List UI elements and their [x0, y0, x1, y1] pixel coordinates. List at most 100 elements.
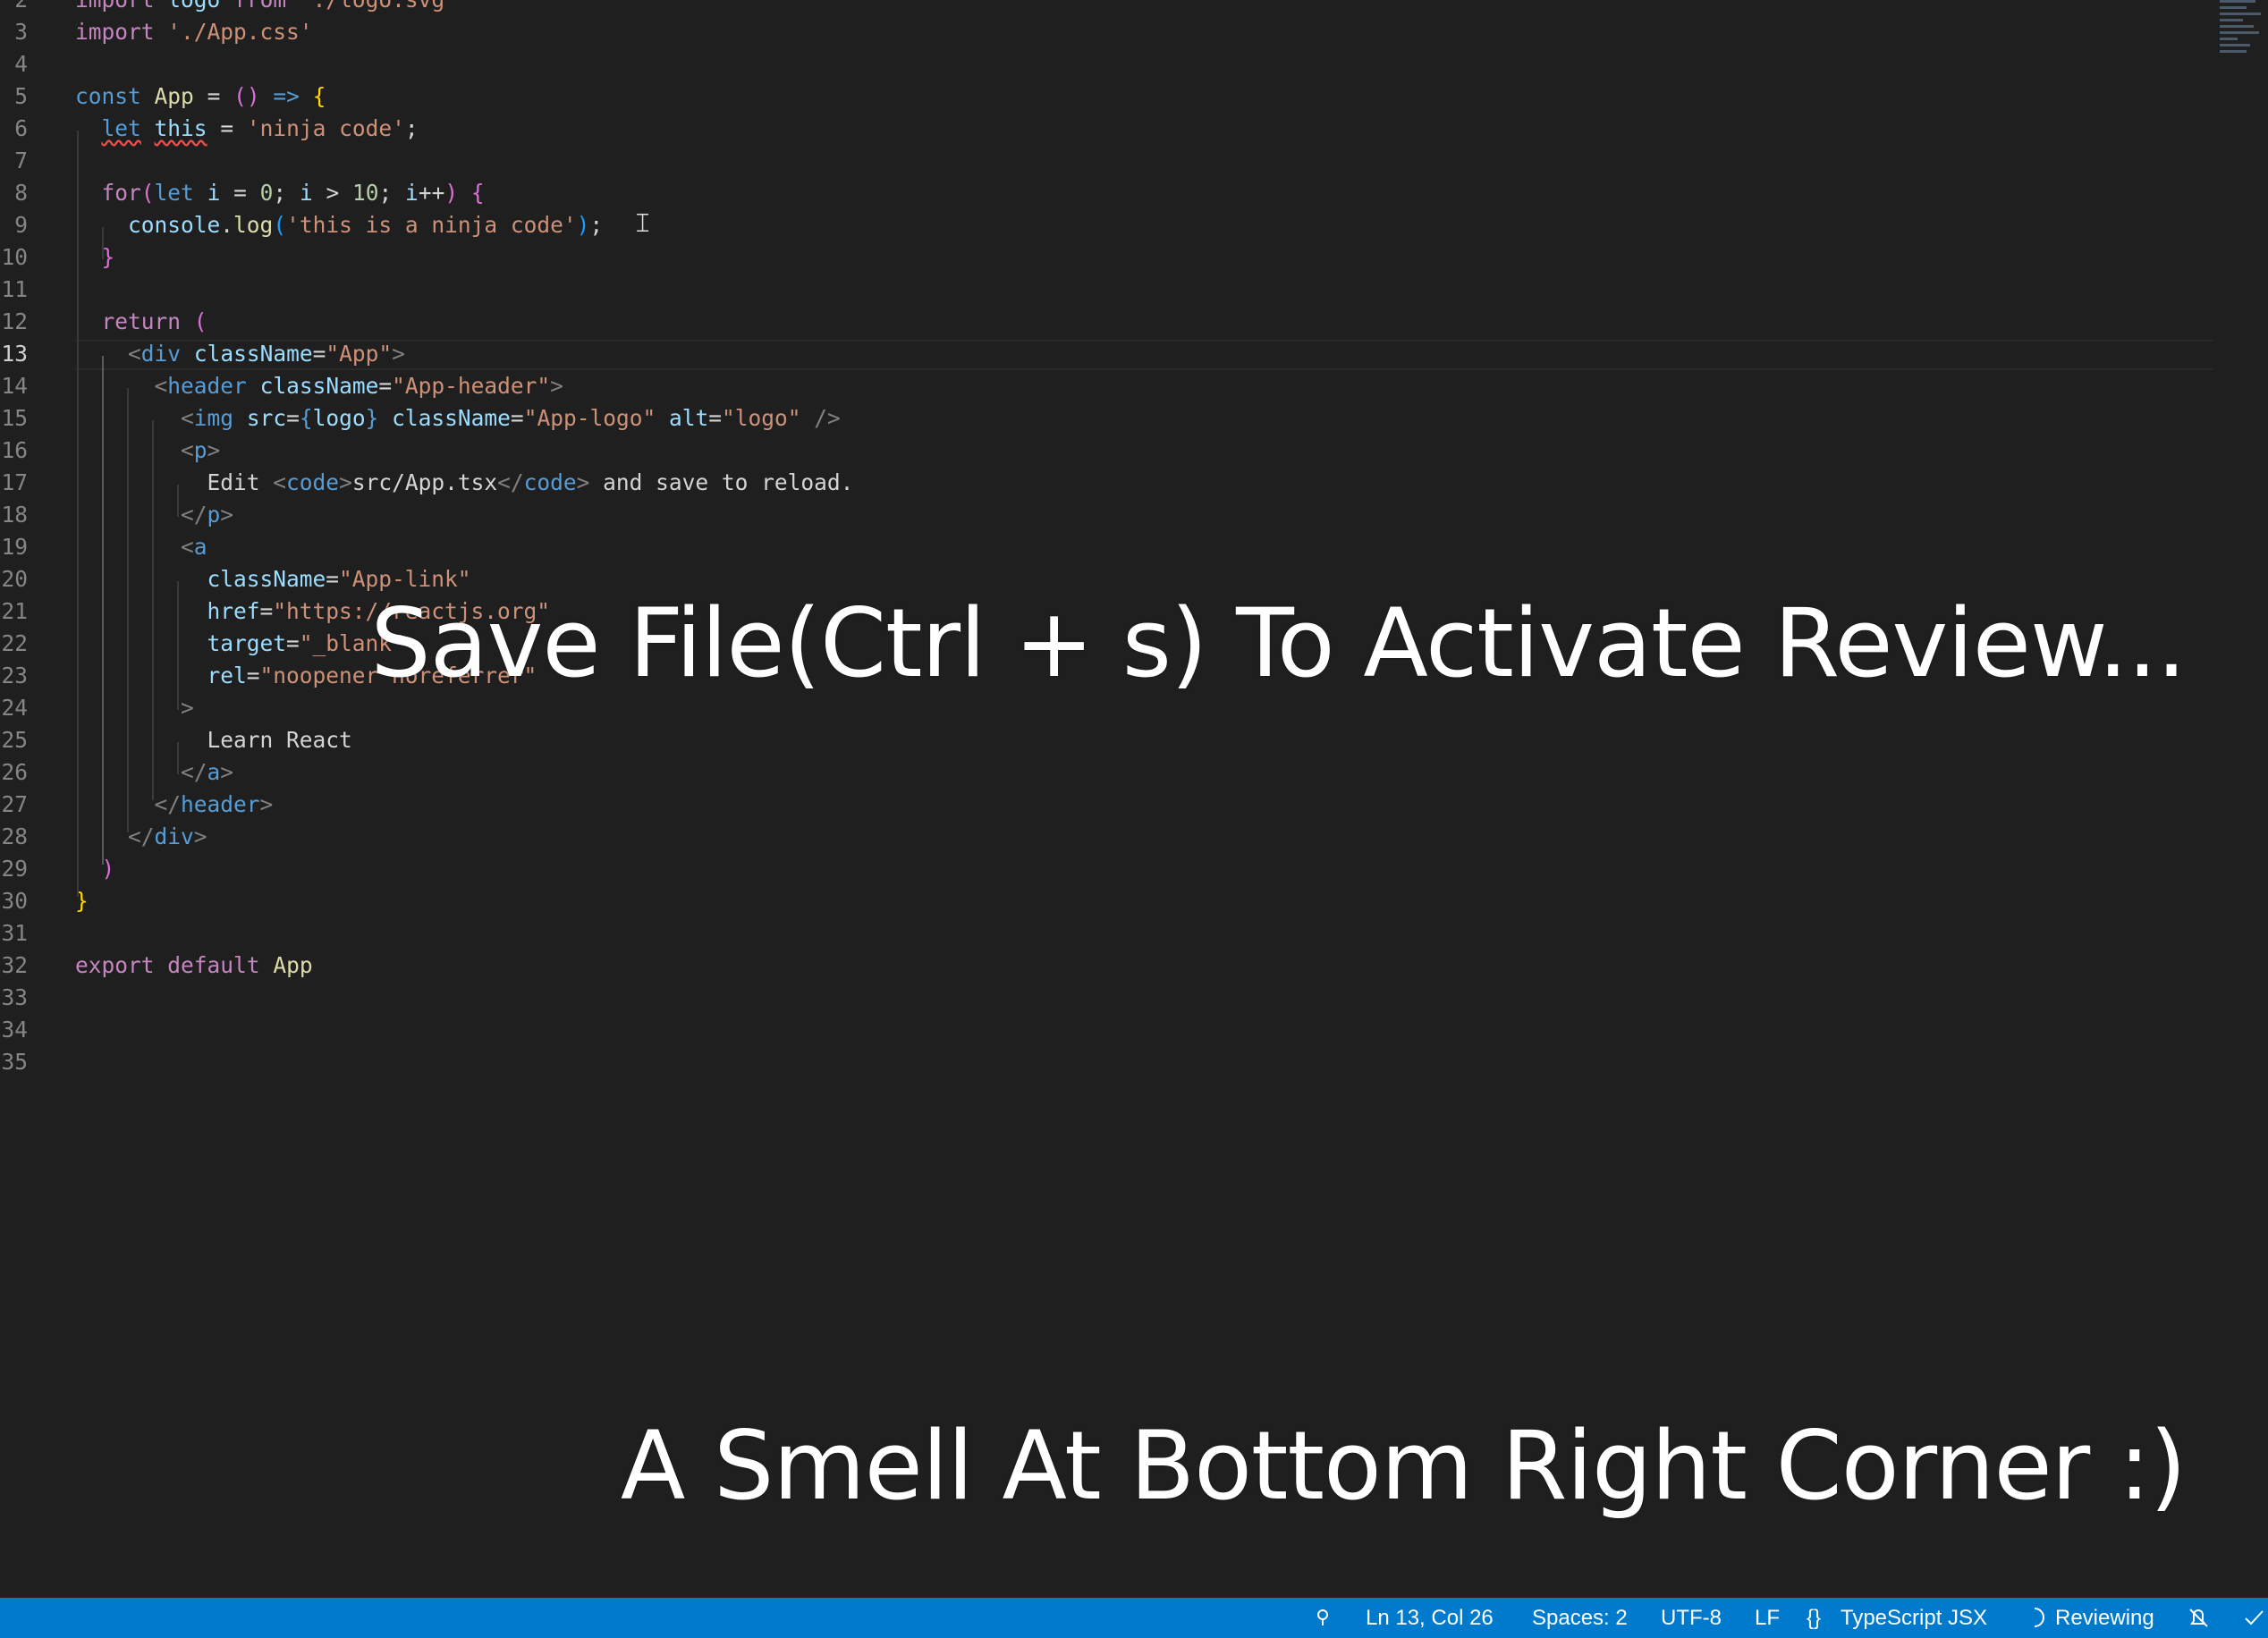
code-line[interactable]: 14 <header className="App-header"> — [0, 370, 2218, 402]
code-text[interactable]: <p> — [75, 435, 220, 467]
code-line[interactable]: 25 Learn React — [0, 724, 2218, 756]
code-line[interactable]: 4 — [0, 48, 2218, 80]
code-line[interactable]: 19 <a — [0, 531, 2218, 563]
bell-slash-icon[interactable] — [2186, 1598, 2211, 1638]
line-number: 15 — [1, 405, 28, 431]
code-text[interactable]: </header> — [75, 789, 274, 821]
code-line[interactable]: 16 <p> — [0, 435, 2218, 467]
line-number: 8 — [14, 180, 28, 206]
code-line[interactable]: 11 — [0, 274, 2218, 306]
line-number: 6 — [14, 115, 28, 141]
code-text[interactable]: import './App.css' — [75, 16, 313, 48]
line-number: 34 — [1, 1017, 28, 1043]
code-line[interactable]: 26 </a> — [0, 756, 2218, 789]
code-text[interactable]: Learn React — [75, 724, 352, 756]
code-line[interactable]: 9 console.log('this is a ninja code'); — [0, 209, 2218, 241]
line-number: 31 — [1, 920, 28, 946]
line-number: 22 — [1, 630, 28, 656]
code-text[interactable]: Edit <code>src/App.tsx</code> and save t… — [75, 467, 854, 499]
code-text[interactable]: const App = () => { — [75, 80, 326, 113]
line-number: 16 — [1, 437, 28, 463]
line-number: 11 — [1, 276, 28, 302]
code-text[interactable]: <a — [75, 531, 207, 563]
code-text[interactable]: for(let i = 0; i > 10; i++) { — [75, 177, 485, 209]
code-text[interactable]: </a> — [75, 756, 233, 789]
code-line[interactable]: 17 Edit <code>src/App.tsx</code> and sav… — [0, 467, 2218, 499]
code-text[interactable]: <div className="App"> — [75, 338, 405, 370]
indentation-setting[interactable]: Spaces: 2 — [1532, 1598, 1628, 1638]
code-line[interactable]: 30} — [0, 885, 2218, 917]
line-number: 5 — [14, 83, 28, 109]
code-text[interactable]: } — [75, 241, 115, 274]
line-number: 14 — [1, 373, 28, 399]
code-text[interactable]: <header className="App-header"> — [75, 370, 563, 402]
language-mode[interactable]: TypeScript JSX — [1841, 1598, 1987, 1638]
code-line[interactable]: 6 let this = 'ninja code'; — [0, 113, 2218, 145]
indent-guide — [127, 388, 129, 832]
code-text[interactable]: > — [75, 692, 194, 724]
code-text[interactable]: let this = 'ninja code'; — [75, 113, 419, 145]
code-text[interactable]: ) — [75, 853, 115, 885]
code-line[interactable]: 12 return ( — [0, 306, 2218, 338]
code-text[interactable]: </div> — [75, 821, 207, 853]
code-line[interactable]: 10 } — [0, 241, 2218, 274]
line-number: 13 — [1, 341, 28, 367]
code-line[interactable]: 29 ) — [0, 853, 2218, 885]
code-line[interactable]: 31 — [0, 917, 2218, 950]
status-bar: Ln 13, Col 26 Spaces: 2 UTF-8 LF {} Type… — [0, 1598, 2268, 1638]
line-number: 2 — [0, 0, 28, 16]
code-text[interactable]: console.log('this is a ninja code'); — [75, 209, 603, 241]
code-text[interactable]: <img src={logo} className="App-logo" alt… — [75, 402, 841, 435]
code-editor[interactable]: 2 import logo from './logo.svg' 3 import '.… — [0, 0, 2268, 1598]
line-number: 35 — [1, 1049, 28, 1075]
minimap[interactable] — [2220, 0, 2268, 72]
location-pin-icon[interactable] — [1315, 1598, 1331, 1638]
line-number: 21 — [1, 598, 28, 624]
indent-guide — [152, 420, 154, 800]
code-text[interactable]: </p> — [75, 499, 233, 531]
code-line[interactable]: 27 </header> — [0, 789, 2218, 821]
line-number: 3 — [14, 19, 28, 45]
code-line[interactable]: 15 <img src={logo} className="App-logo" … — [0, 402, 2218, 435]
indent-guide — [177, 742, 179, 774]
code-text[interactable]: import logo from './logo.svg' — [75, 0, 458, 16]
code-line[interactable]: 5 const App = () => { — [0, 80, 2218, 113]
code-line[interactable]: 33 — [0, 982, 2218, 1014]
cursor-position[interactable]: Ln 13, Col 26 — [1366, 1598, 1494, 1638]
code-line[interactable]: 7 — [0, 145, 2218, 177]
line-number: 29 — [1, 856, 28, 882]
indent-guide — [102, 356, 104, 865]
code-line[interactable]: 32 export default App — [0, 950, 2218, 982]
line-number: 20 — [1, 566, 28, 592]
line-number: 9 — [14, 212, 28, 238]
line-number: 4 — [14, 51, 28, 77]
code-line[interactable]: 2 import logo from './logo.svg' — [0, 0, 2218, 16]
code-line[interactable]: 28 </div> — [0, 821, 2218, 853]
code-line[interactable]: 8 for(let i = 0; i > 10; i++) { — [0, 177, 2218, 209]
indent-guide — [102, 227, 104, 259]
caption-bottom: A Smell At Bottom Right Corner :) — [620, 1411, 2187, 1521]
code-text[interactable]: return ( — [75, 306, 207, 338]
encoding-setting[interactable]: UTF-8 — [1661, 1598, 1722, 1638]
code-line[interactable]: 13 <div className="App"> — [0, 338, 2218, 370]
code-line[interactable]: 34 — [0, 1014, 2218, 1046]
code-text[interactable]: export default App — [75, 950, 313, 982]
line-number: 17 — [1, 469, 28, 495]
eol-setting[interactable]: LF — [1755, 1598, 1780, 1638]
line-number: 23 — [1, 663, 28, 688]
braces-icon: {} — [1807, 1606, 1822, 1630]
check-icon[interactable] — [2243, 1598, 2264, 1638]
code-line[interactable]: 35 — [0, 1046, 2218, 1078]
code-line[interactable]: 18 </p> — [0, 499, 2218, 531]
indent-guide — [177, 485, 179, 517]
line-number: 10 — [1, 244, 28, 270]
caption-top: Save File(Ctrl + s) To Activate Review..… — [370, 588, 2187, 698]
reviewing-status[interactable]: Reviewing — [2055, 1598, 2154, 1638]
line-number: 24 — [1, 695, 28, 721]
indent-guide — [177, 581, 179, 710]
line-number: 30 — [1, 888, 28, 914]
line-number: 32 — [1, 952, 28, 978]
code-text[interactable]: target="_blank" — [75, 628, 405, 660]
code-line[interactable]: 3 import './App.css' — [0, 16, 2218, 48]
line-number: 27 — [1, 791, 28, 817]
